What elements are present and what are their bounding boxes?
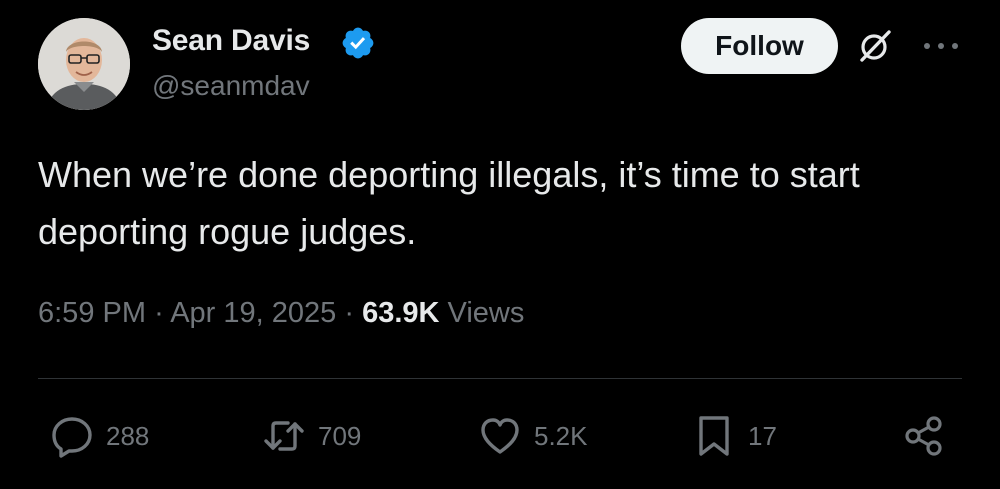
- heart-icon: [481, 418, 519, 454]
- author-handle[interactable]: @seanmdav: [152, 70, 310, 102]
- repost-count: 709: [318, 420, 362, 451]
- views-count[interactable]: 63.9K: [362, 297, 439, 329]
- reply-button[interactable]: 288: [50, 414, 149, 458]
- bookmark-icon: [699, 416, 729, 456]
- verified-badge-icon: [342, 27, 374, 59]
- repost-button[interactable]: 709: [262, 414, 361, 458]
- meta-separator: ·: [154, 297, 164, 329]
- tweet-meta: 6:59 PM · Apr 19, 2025 · 63.9K Views: [38, 297, 524, 330]
- avatar[interactable]: [38, 18, 130, 110]
- share-button[interactable]: [902, 414, 946, 458]
- share-icon: [905, 416, 942, 456]
- reply-count: 288: [106, 420, 150, 451]
- views-label: Views: [447, 297, 525, 329]
- bookmark-button[interactable]: 17: [692, 414, 777, 458]
- meta-separator: ·: [344, 297, 355, 329]
- like-button[interactable]: 5.2K: [478, 414, 588, 458]
- like-count: 5.2K: [534, 420, 588, 451]
- tweet-text: When we’re done deporting illegals, it’s…: [38, 154, 860, 252]
- author-display-name[interactable]: Sean Davis: [152, 24, 310, 58]
- bookmark-count: 17: [748, 420, 777, 451]
- follow-button[interactable]: Follow: [681, 18, 838, 74]
- grok-icon[interactable]: [856, 26, 896, 66]
- reply-icon: [52, 417, 92, 458]
- tweet-date[interactable]: Apr 19, 2025: [170, 297, 336, 329]
- tweet-time[interactable]: 6:59 PM: [38, 297, 146, 329]
- repost-icon: [264, 421, 304, 451]
- divider: [38, 378, 962, 379]
- more-icon[interactable]: [920, 36, 962, 56]
- avatar-photo: [38, 18, 130, 110]
